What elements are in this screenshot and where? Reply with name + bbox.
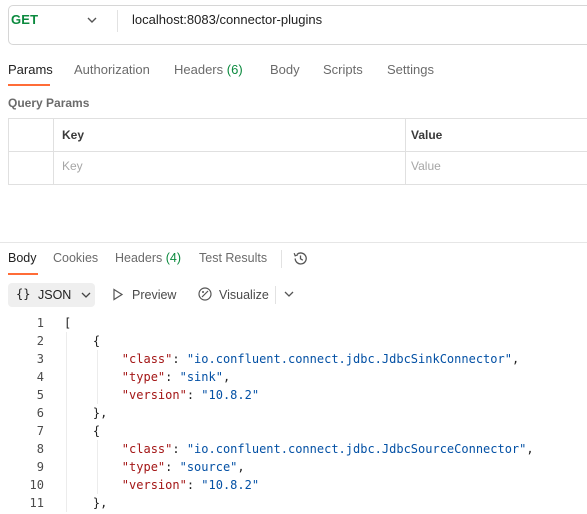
tab-separator [281, 250, 282, 268]
line-number: 8 [36, 442, 44, 456]
tab-label: Params [8, 62, 53, 77]
active-response-tab-indicator [8, 273, 38, 275]
tab-settings[interactable]: Settings [387, 62, 434, 77]
chevron-down-icon[interactable] [84, 12, 100, 28]
code-text: }, [64, 406, 108, 420]
response-tab-test-results[interactable]: Test Results [199, 251, 267, 265]
code-text: }, [64, 496, 108, 510]
json-key: "version" [121, 478, 187, 492]
tab-label: Headers [115, 251, 163, 265]
json-punct: , [511, 352, 520, 366]
tab-label: Test Results [199, 251, 268, 265]
tab-label: Scripts [323, 62, 363, 77]
chevron-down-icon [81, 292, 91, 298]
line-number: 3 [36, 352, 44, 366]
code-line: 6 }, [0, 406, 587, 424]
line-number: 1 [36, 316, 44, 330]
play-icon [113, 288, 124, 301]
json-punct: , [222, 370, 231, 384]
json-punct: , [237, 460, 245, 474]
tab-count-badge: (4) [165, 251, 182, 265]
active-tab-indicator [8, 84, 50, 86]
line-number: 10 [29, 478, 44, 492]
json-key: "version" [121, 388, 187, 402]
query-params-title: Query Params [8, 96, 90, 110]
response-tab-body[interactable]: Body [8, 251, 37, 265]
method-select[interactable]: GET [11, 12, 38, 27]
json-punct: , [526, 442, 534, 456]
tab-scripts[interactable]: Scripts [323, 62, 363, 77]
json-value: "sink" [179, 370, 223, 384]
json-key: "class" [121, 352, 173, 366]
json-value: "io.confluent.connect.jdbc.JdbcSinkConne… [186, 352, 512, 366]
code-line: 10 "version": "10.8.2" [0, 478, 587, 496]
format-label: JSON [38, 288, 72, 302]
history-icon[interactable] [292, 250, 309, 267]
response-tab-cookies[interactable]: Cookies [53, 251, 98, 265]
tab-label: Headers [174, 62, 224, 77]
toolbar-separator [275, 286, 276, 304]
url-input[interactable]: localhost:8083/connector-plugins [132, 12, 322, 27]
tab-headers[interactable]: Headers (6) [174, 62, 243, 77]
tab-label: Authorization [74, 62, 150, 77]
code-text: [ [64, 316, 72, 330]
braces-icon: {} [16, 287, 31, 301]
column-header-key: Key [62, 128, 85, 142]
code-line: 11 }, [0, 496, 587, 514]
code-line: 5 "version": "10.8.2" [0, 388, 587, 406]
visualize-icon [198, 287, 212, 301]
response-tab-headers[interactable]: Headers (4) [115, 251, 181, 265]
code-text: { [64, 334, 101, 348]
visualize-button[interactable]: Visualize [219, 288, 269, 302]
column-header-value: Value [411, 128, 443, 142]
chevron-down-icon[interactable] [284, 290, 294, 298]
json-key: "type" [121, 460, 166, 474]
tab-label: Cookies [53, 251, 99, 265]
code-line: 8 "class": "io.confluent.connect.jdbc.Jd… [0, 442, 587, 460]
json-key: "type" [121, 370, 166, 384]
code-text: "type": "sink", [121, 370, 231, 384]
response-separator [0, 242, 587, 243]
code-text: "type": "source", [121, 460, 245, 474]
line-number: 6 [36, 406, 44, 420]
tab-label: Body [8, 251, 37, 265]
line-number: 7 [36, 424, 44, 438]
code-line: 7 { [0, 424, 587, 442]
line-number: 4 [36, 370, 44, 384]
response-body-editor[interactable]: 1 [ 2 { 3 "class": "io.confluent.connect… [0, 314, 587, 512]
json-value: "io.confluent.connect.jdbc.JdbcSourceCon… [186, 442, 527, 456]
code-text: "version": "10.8.2" [121, 478, 260, 492]
json-value: "source" [179, 460, 238, 474]
code-text: "version": "10.8.2" [121, 388, 260, 402]
tab-label: Body [270, 62, 300, 77]
preview-button[interactable]: Preview [132, 288, 176, 302]
format-select[interactable]: {} JSON [8, 283, 95, 307]
tab-authorization[interactable]: Authorization [74, 62, 150, 77]
code-text: "class": "io.confluent.connect.jdbc.Jdbc… [121, 352, 520, 366]
line-number: 9 [36, 460, 44, 474]
code-line: 2 { [0, 334, 587, 352]
table-divider [8, 151, 587, 152]
json-value: "10.8.2" [201, 388, 260, 402]
param-value-input[interactable]: Value [411, 159, 441, 173]
code-text: { [64, 424, 101, 438]
tab-label: Settings [387, 62, 434, 77]
tab-params[interactable]: Params [8, 62, 53, 77]
tab-count-badge: (6) [226, 62, 243, 77]
json-key: "class" [121, 442, 173, 456]
line-number: 5 [36, 388, 44, 402]
code-line: 9 "type": "source", [0, 460, 587, 478]
json-value: "10.8.2" [201, 478, 260, 492]
line-number: 11 [29, 496, 44, 510]
code-line: 3 "class": "io.confluent.connect.jdbc.Jd… [0, 352, 587, 370]
request-bar-divider [117, 10, 118, 32]
code-text: "class": "io.confluent.connect.jdbc.Jdbc… [121, 442, 534, 456]
code-line: 1 [ [0, 316, 587, 334]
param-key-input[interactable]: Key [62, 159, 83, 173]
code-line: 4 "type": "sink", [0, 370, 587, 388]
line-number: 2 [36, 334, 44, 348]
tab-body[interactable]: Body [270, 62, 300, 77]
